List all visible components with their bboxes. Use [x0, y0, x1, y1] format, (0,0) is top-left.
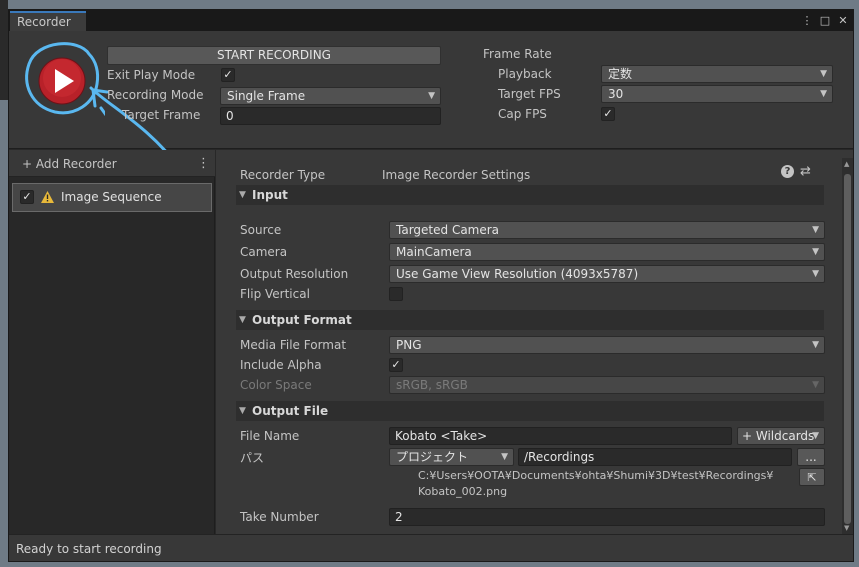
file-name-field[interactable]: Kobato <Take> — [389, 427, 732, 445]
dropdown-arrow-icon: ▼ — [812, 380, 819, 390]
exit-play-mode-checkbox[interactable]: ✓ — [221, 68, 235, 82]
camera-dropdown[interactable]: MainCamera ▼ — [389, 243, 825, 261]
recorder-type-label: Recorder Type — [240, 168, 326, 182]
dropdown-arrow-icon: ▼ — [812, 269, 819, 279]
recorder-settings-panel: Recorder Type Image Recorder Settings ? … — [216, 150, 853, 534]
recorder-list-panel: + Add Recorder ⋮ ✓ Image Sequence — [9, 150, 215, 534]
dropdown-arrow-icon: ▼ — [428, 91, 435, 101]
tab-recorder[interactable]: Recorder — [10, 11, 86, 31]
exit-play-mode-label: Exit Play Mode — [107, 68, 196, 82]
list-options-icon[interactable]: ⋮ — [197, 156, 210, 171]
output-resolution-label: Output Resolution — [240, 267, 349, 281]
status-bar: Ready to start recording — [9, 534, 853, 561]
dropdown-arrow-icon: ▼ — [812, 225, 819, 235]
media-file-format-label: Media File Format — [240, 338, 347, 352]
preset-settings-icon[interactable]: ⇄ — [800, 164, 811, 179]
output-format-section-header[interactable]: ▼ Output Format — [236, 310, 824, 330]
maximize-icon[interactable]: □ — [819, 13, 831, 27]
media-file-format-value: PNG — [396, 338, 422, 352]
title-bar: Recorder ⋮ □ ✕ — [9, 10, 853, 31]
output-format-header-label: Output Format — [252, 313, 352, 327]
take-number-field[interactable]: 2 — [389, 508, 825, 526]
open-folder-icon: ⇱ — [807, 471, 817, 484]
playback-dropdown[interactable]: 定数 ▼ — [601, 65, 833, 83]
foldout-triangle-icon: ▼ — [239, 406, 246, 416]
camera-label: Camera — [240, 245, 288, 259]
frame-rate-label: Frame Rate — [483, 47, 552, 61]
path-type-dropdown[interactable]: プロジェクト ▼ — [389, 448, 514, 466]
camera-value: MainCamera — [396, 245, 472, 259]
target-fps-label: Target FPS — [498, 87, 561, 101]
output-file-header-label: Output File — [252, 404, 329, 418]
source-dropdown[interactable]: Targeted Camera ▼ — [389, 221, 825, 239]
browse-button[interactable]: ... — [797, 448, 825, 466]
dropdown-arrow-icon: ▼ — [820, 89, 827, 99]
recorder-list-header: + Add Recorder ⋮ — [9, 150, 215, 177]
target-fps-dropdown[interactable]: 30 ▼ — [601, 85, 833, 103]
dropdown-arrow-icon: ▼ — [820, 69, 827, 79]
playback-value: 定数 — [608, 67, 633, 81]
flip-vertical-checkbox[interactable] — [389, 287, 403, 301]
output-file-section-header[interactable]: ▼ Output File — [236, 401, 824, 421]
media-file-format-dropdown[interactable]: PNG ▼ — [389, 336, 825, 354]
close-icon[interactable]: ✕ — [837, 13, 849, 27]
input-section-header[interactable]: ▼ Input — [236, 185, 824, 205]
path-type-value: プロジェクト — [396, 450, 469, 464]
background-editor-edge — [0, 0, 8, 100]
target-frame-label: Target Frame — [122, 108, 201, 122]
recording-mode-value: Single Frame — [227, 89, 306, 103]
dropdown-arrow-icon: ▼ — [812, 247, 819, 257]
settings-scrollbar[interactable]: ▲ ▼ — [842, 158, 853, 534]
flip-vertical-label: Flip Vertical — [240, 287, 310, 301]
cap-fps-checkbox[interactable]: ✓ — [601, 107, 615, 121]
recorder-window: Recorder ⋮ □ ✕ START RECORDING Exit Play… — [8, 9, 854, 562]
foldout-triangle-icon: ▼ — [239, 190, 246, 200]
input-header-label: Input — [252, 188, 288, 202]
dropdown-arrow-icon: ▼ — [812, 431, 819, 441]
path-field[interactable]: /Recordings — [518, 448, 792, 466]
take-number-label: Take Number — [240, 510, 319, 524]
output-resolution-value: Use Game View Resolution (4093x5787) — [396, 267, 639, 281]
start-recording-button[interactable]: START RECORDING — [107, 46, 441, 65]
source-label: Source — [240, 223, 282, 237]
target-fps-value: 30 — [608, 87, 624, 101]
color-space-label: Color Space — [240, 378, 312, 392]
cap-fps-label: Cap FPS — [498, 107, 547, 121]
include-alpha-checkbox[interactable]: ✓ — [389, 358, 403, 372]
scroll-thumb[interactable] — [844, 174, 851, 524]
file-name-label: File Name — [240, 429, 300, 443]
source-value: Targeted Camera — [396, 223, 500, 237]
output-resolution-dropdown[interactable]: Use Game View Resolution (4093x5787) ▼ — [389, 265, 825, 283]
recording-mode-label: Recording Mode — [107, 88, 204, 102]
add-recorder-button[interactable]: + Add Recorder — [22, 157, 117, 171]
include-alpha-label: Include Alpha — [240, 358, 322, 372]
scroll-up-icon[interactable]: ▲ — [844, 160, 849, 168]
full-path-line2: Kobato_002.png — [418, 485, 508, 498]
scroll-down-icon[interactable]: ▼ — [844, 524, 849, 532]
color-space-value: sRGB, sRGB — [396, 378, 468, 392]
window-controls: ⋮ □ ✕ — [801, 13, 849, 27]
recorder-type-value: Image Recorder Settings — [382, 168, 531, 182]
path-label: パス — [240, 451, 265, 465]
recorder-enabled-checkbox[interactable]: ✓ — [20, 190, 34, 204]
warning-icon — [41, 191, 54, 203]
recorder-control-bar: START RECORDING Exit Play Mode ✓ Recordi… — [9, 31, 853, 172]
more-options-icon[interactable]: ⋮ — [801, 13, 813, 27]
wildcards-dropdown[interactable]: + Wildcards ▼ — [737, 427, 825, 445]
help-icon[interactable]: ? — [781, 165, 794, 178]
wildcards-label: + Wildcards — [742, 429, 815, 443]
list-item[interactable]: ✓ Image Sequence — [12, 183, 212, 212]
full-path-line1: C:¥Users¥OOTA¥Documents¥ohta¥Shumi¥3D¥te… — [418, 469, 774, 482]
color-space-dropdown: sRGB, sRGB ▼ — [389, 376, 825, 394]
foldout-triangle-icon: ▼ — [239, 315, 246, 325]
dropdown-arrow-icon: ▼ — [812, 340, 819, 350]
recording-mode-dropdown[interactable]: Single Frame ▼ — [220, 87, 441, 105]
recorder-item-label: Image Sequence — [61, 190, 162, 204]
target-frame-field[interactable]: 0 — [220, 107, 441, 125]
open-folder-button[interactable]: ⇱ — [799, 468, 825, 486]
playback-label: Playback — [498, 67, 552, 81]
dropdown-arrow-icon: ▼ — [501, 452, 508, 462]
